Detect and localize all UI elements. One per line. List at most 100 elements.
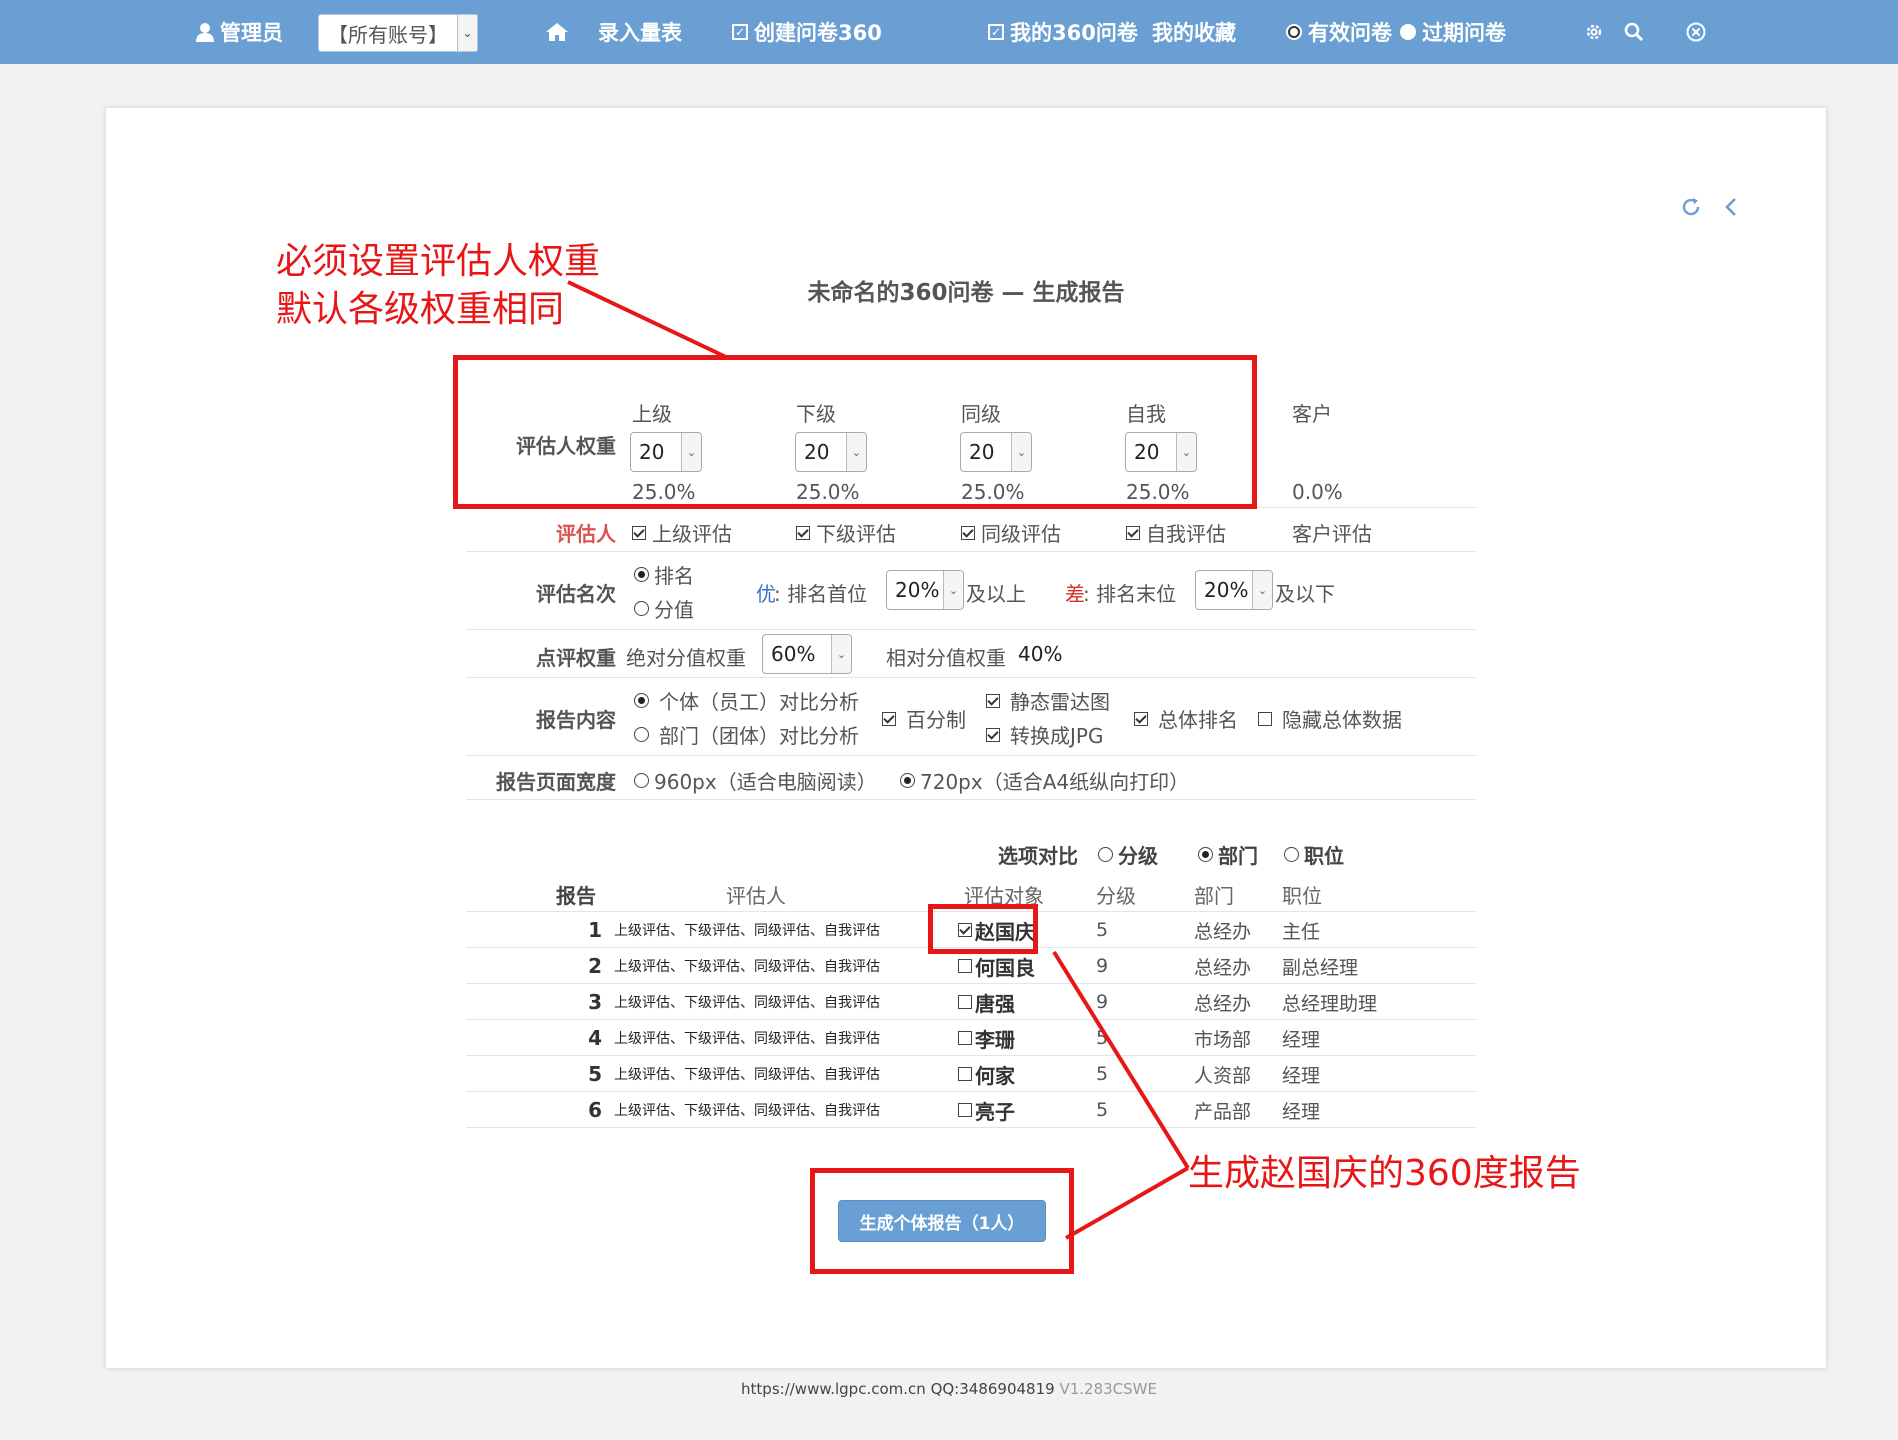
header-pos: 职位 (1282, 883, 1322, 908)
option-label: 隐藏总体数据 (1282, 708, 1402, 732)
option-label: 个体（员工）对比分析 (659, 690, 859, 714)
row-number: 3 (588, 990, 602, 1014)
rank-radio[interactable]: 排名 (634, 560, 694, 589)
width-720-radio[interactable]: 720px（适合A4纸纵向打印） (900, 766, 1189, 795)
bad-label: 差 (1065, 582, 1085, 606)
bad-percent-select[interactable]: 20% ⌄ (1195, 570, 1273, 610)
radar-checkbox[interactable]: 静态雷达图 (986, 686, 1110, 715)
nav-create-label: 创建问卷360 (754, 21, 882, 45)
good-label: 优 (756, 582, 776, 606)
checkbox-checked-icon (986, 727, 1000, 742)
table-row: 4 上级评估、下级评估、同级评估、自我评估 李珊 5 市场部 经理 (466, 1020, 1476, 1056)
nav-create[interactable]: ✓ 创建问卷360 (732, 0, 882, 64)
checkbox-checked-icon (1134, 711, 1148, 726)
target-checkbox[interactable]: 唐强 (958, 984, 1015, 1020)
option-label: 静态雷达图 (1010, 690, 1110, 714)
weight-col-name: 客户 (1292, 402, 1332, 426)
chevron-down-icon: ⌄ (943, 571, 963, 609)
radio-selected-icon (634, 567, 649, 582)
radio-icon (1098, 847, 1113, 862)
user-icon (196, 22, 214, 42)
back-chevron-icon[interactable] (1724, 196, 1738, 222)
checkbox-checked-icon (986, 693, 1000, 708)
option-label: 转换成JPG (1010, 724, 1104, 748)
user-menu[interactable]: 管理员 (196, 0, 283, 64)
row-pos: 副总经理 (1282, 956, 1359, 979)
option-label: 总体排名 (1158, 708, 1238, 732)
score-radio[interactable]: 分值 (634, 594, 694, 623)
nav-valid[interactable]: 有效问卷 (1286, 0, 1392, 64)
nav-valid-label: 有效问卷 (1308, 21, 1392, 45)
main-card: 未命名的360问卷 — 生成报告 评估人权重 上级 20 ⌄ 25.0% 下级 … (106, 108, 1826, 1368)
option-label: 分级 (1118, 844, 1158, 868)
good-percent-select[interactable]: 20% ⌄ (886, 570, 964, 610)
page-width-label: 报告页面宽度 (496, 770, 616, 794)
row-dept: 总经办 (1194, 920, 1252, 943)
home-button[interactable] (546, 0, 568, 64)
row-level: 5 (1096, 1063, 1109, 1085)
evaluator-superior-checkbox[interactable]: 上级评估 (632, 518, 732, 547)
nav-enter-scale-label: 录入量表 (598, 21, 682, 45)
nav-expired[interactable]: 过期问卷 (1400, 0, 1506, 64)
radio-icon (634, 727, 649, 742)
option-label: 960px（适合电脑阅读） (654, 770, 877, 794)
evaluator-subordinate-checkbox[interactable]: 下级评估 (796, 518, 896, 547)
good-text: : 排名首位 (774, 582, 868, 606)
row-number: 6 (588, 1098, 602, 1122)
search-icon (1624, 22, 1644, 42)
nav-my360[interactable]: ✓ 我的360问卷 (988, 0, 1138, 64)
row-number: 4 (588, 1026, 602, 1050)
hide-overall-checkbox[interactable]: 隐藏总体数据 (1258, 704, 1402, 733)
nav-expired-label: 过期问卷 (1422, 21, 1506, 45)
row-evaluators: 上级评估、下级评估、同级评估、自我评估 (614, 923, 880, 939)
row-evaluators: 上级评估、下级评估、同级评估、自我评估 (614, 959, 880, 975)
chevron-down-icon: ⌄ (1252, 571, 1272, 609)
chevron-down-icon: ⌄ (457, 15, 477, 51)
abs-weight-select[interactable]: 60% ⌄ (762, 634, 852, 674)
evaluator-peer-checkbox[interactable]: 同级评估 (961, 518, 1061, 547)
row-level: 9 (1096, 955, 1109, 977)
checkbox-icon (958, 1103, 972, 1117)
compare-pos-radio[interactable]: 职位 (1284, 840, 1344, 869)
overall-rank-checkbox[interactable]: 总体排名 (1134, 704, 1238, 733)
option-label: 部门 (1218, 844, 1258, 868)
option-label: 分值 (654, 598, 694, 622)
department-radio[interactable]: 部门（团体）对比分析 (634, 720, 859, 749)
annotation-weights-line2: 默认各级权重相同 (276, 289, 565, 330)
close-button[interactable] (1686, 0, 1706, 64)
option-label: 720px（适合A4纸纵向打印） (920, 770, 1190, 794)
row-level: 9 (1096, 991, 1109, 1013)
individual-radio[interactable]: 个体（员工）对比分析 (634, 686, 859, 715)
percent-checkbox[interactable]: 百分制 (882, 704, 966, 733)
ranking-label: 评估名次 (536, 582, 616, 606)
row-dept: 总经办 (1194, 992, 1252, 1015)
compare-dept-radio[interactable]: 部门 (1198, 840, 1258, 869)
option-label: 百分制 (906, 708, 966, 732)
target-checkbox[interactable]: 亮子 (958, 1092, 1015, 1128)
target-checkbox[interactable]: 何家 (958, 1056, 1015, 1092)
select-value: 20% (1204, 578, 1249, 602)
search-button[interactable] (1624, 0, 1644, 64)
nav-favorites[interactable]: 我的收藏 (1152, 0, 1236, 64)
evaluators-row: 评估人 上级评估 下级评估 同级评估 自我评估 客户评估 (466, 508, 1476, 552)
compare-level-radio[interactable]: 分级 (1098, 840, 1158, 869)
settings-button[interactable] (1584, 0, 1604, 64)
radio-selected-icon (900, 773, 915, 788)
footer-site[interactable]: https://www.lgpc.com.cn (741, 1380, 926, 1398)
row-level: 5 (1096, 919, 1109, 941)
evaluator-self-checkbox[interactable]: 自我评估 (1126, 518, 1226, 547)
compare-label: 选项对比 (998, 844, 1078, 868)
jpg-checkbox[interactable]: 转换成JPG (986, 720, 1103, 749)
row-evaluators: 上级评估、下级评估、同级评估、自我评估 (614, 1103, 880, 1119)
evaluator-customer-label: 客户评估 (1292, 518, 1372, 547)
row-level: 5 (1096, 1027, 1109, 1049)
account-select[interactable]: 【所有账号】 ⌄ (318, 14, 478, 52)
target-checkbox[interactable]: 李珊 (958, 1020, 1015, 1056)
option-label: 部门（团体）对比分析 (659, 724, 859, 748)
card-toolbar (1680, 196, 1738, 222)
nav-favorites-label: 我的收藏 (1152, 21, 1236, 45)
width-960-radio[interactable]: 960px（适合电脑阅读） (634, 766, 877, 795)
refresh-icon[interactable] (1680, 196, 1702, 222)
checkbox-icon: ✓ (732, 24, 748, 40)
nav-enter-scale[interactable]: 录入量表 (598, 0, 682, 64)
